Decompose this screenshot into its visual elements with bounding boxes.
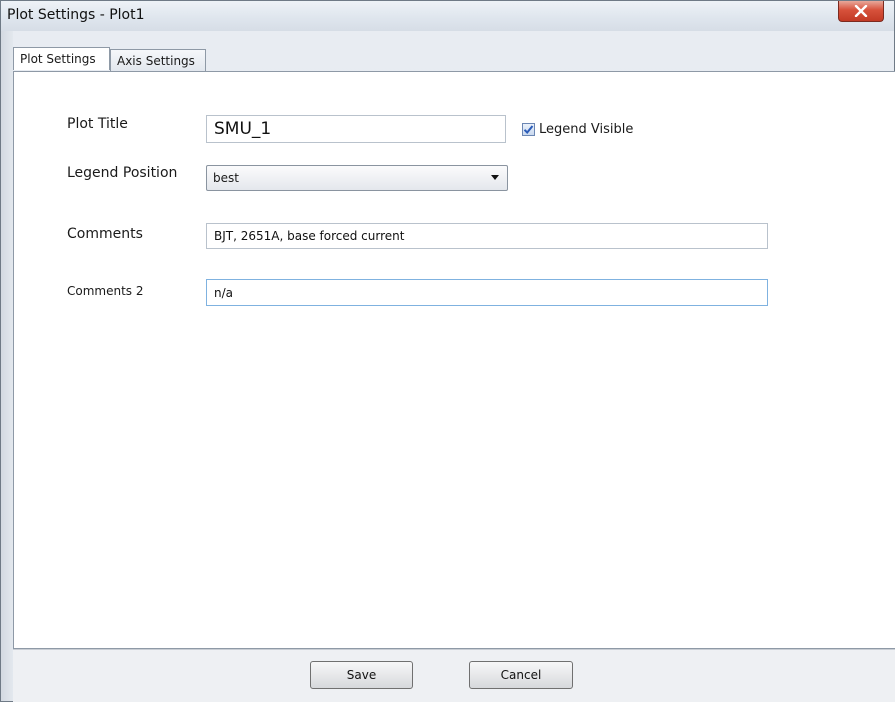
tab-strip: Plot Settings Axis Settings xyxy=(13,47,893,71)
plot-settings-window: Plot Settings - Plot1 Plot Settings Axis… xyxy=(0,0,895,702)
plot-title-value: SMU_1 xyxy=(214,119,272,139)
save-button[interactable]: Save xyxy=(310,661,413,689)
legend-visible-checkbox[interactable]: Legend Visible xyxy=(522,122,633,137)
tab-axis-settings[interactable]: Axis Settings xyxy=(110,49,206,71)
tab-label: Plot Settings xyxy=(20,52,96,66)
window-frame xyxy=(1,31,13,701)
legend-position-label: Legend Position xyxy=(67,165,178,181)
dialog-footer: Save Cancel xyxy=(13,649,895,702)
comments-input[interactable]: BJT, 2651A, base forced current xyxy=(206,223,768,249)
title-bar[interactable]: Plot Settings - Plot1 xyxy=(1,1,894,31)
plot-title-label: Plot Title xyxy=(67,116,128,132)
plot-settings-panel: Plot Title SMU_1 Legend Visible Legend P… xyxy=(13,71,895,649)
checkmark-icon xyxy=(523,125,534,134)
close-icon xyxy=(854,5,868,17)
comments2-input[interactable]: n/a xyxy=(206,279,768,306)
legend-position-select[interactable]: best xyxy=(206,165,508,191)
legend-position-value: best xyxy=(213,171,239,185)
comments2-value: n/a xyxy=(214,285,234,300)
cancel-button-label: Cancel xyxy=(500,668,542,682)
window-title: Plot Settings - Plot1 xyxy=(7,7,145,23)
save-button-label: Save xyxy=(346,668,377,682)
legend-visible-label: Legend Visible xyxy=(539,122,634,137)
chevron-down-icon xyxy=(491,175,499,180)
close-button[interactable] xyxy=(838,1,884,22)
tab-label: Axis Settings xyxy=(117,53,195,68)
cancel-button[interactable]: Cancel xyxy=(469,661,573,689)
checkbox-box[interactable] xyxy=(522,123,535,136)
comments2-label: Comments 2 xyxy=(67,284,144,298)
plot-title-input[interactable]: SMU_1 xyxy=(206,115,506,143)
tab-plot-settings[interactable]: Plot Settings xyxy=(13,47,110,70)
comments-value: BJT, 2651A, base forced current xyxy=(214,229,405,243)
comments-label: Comments xyxy=(67,226,143,242)
